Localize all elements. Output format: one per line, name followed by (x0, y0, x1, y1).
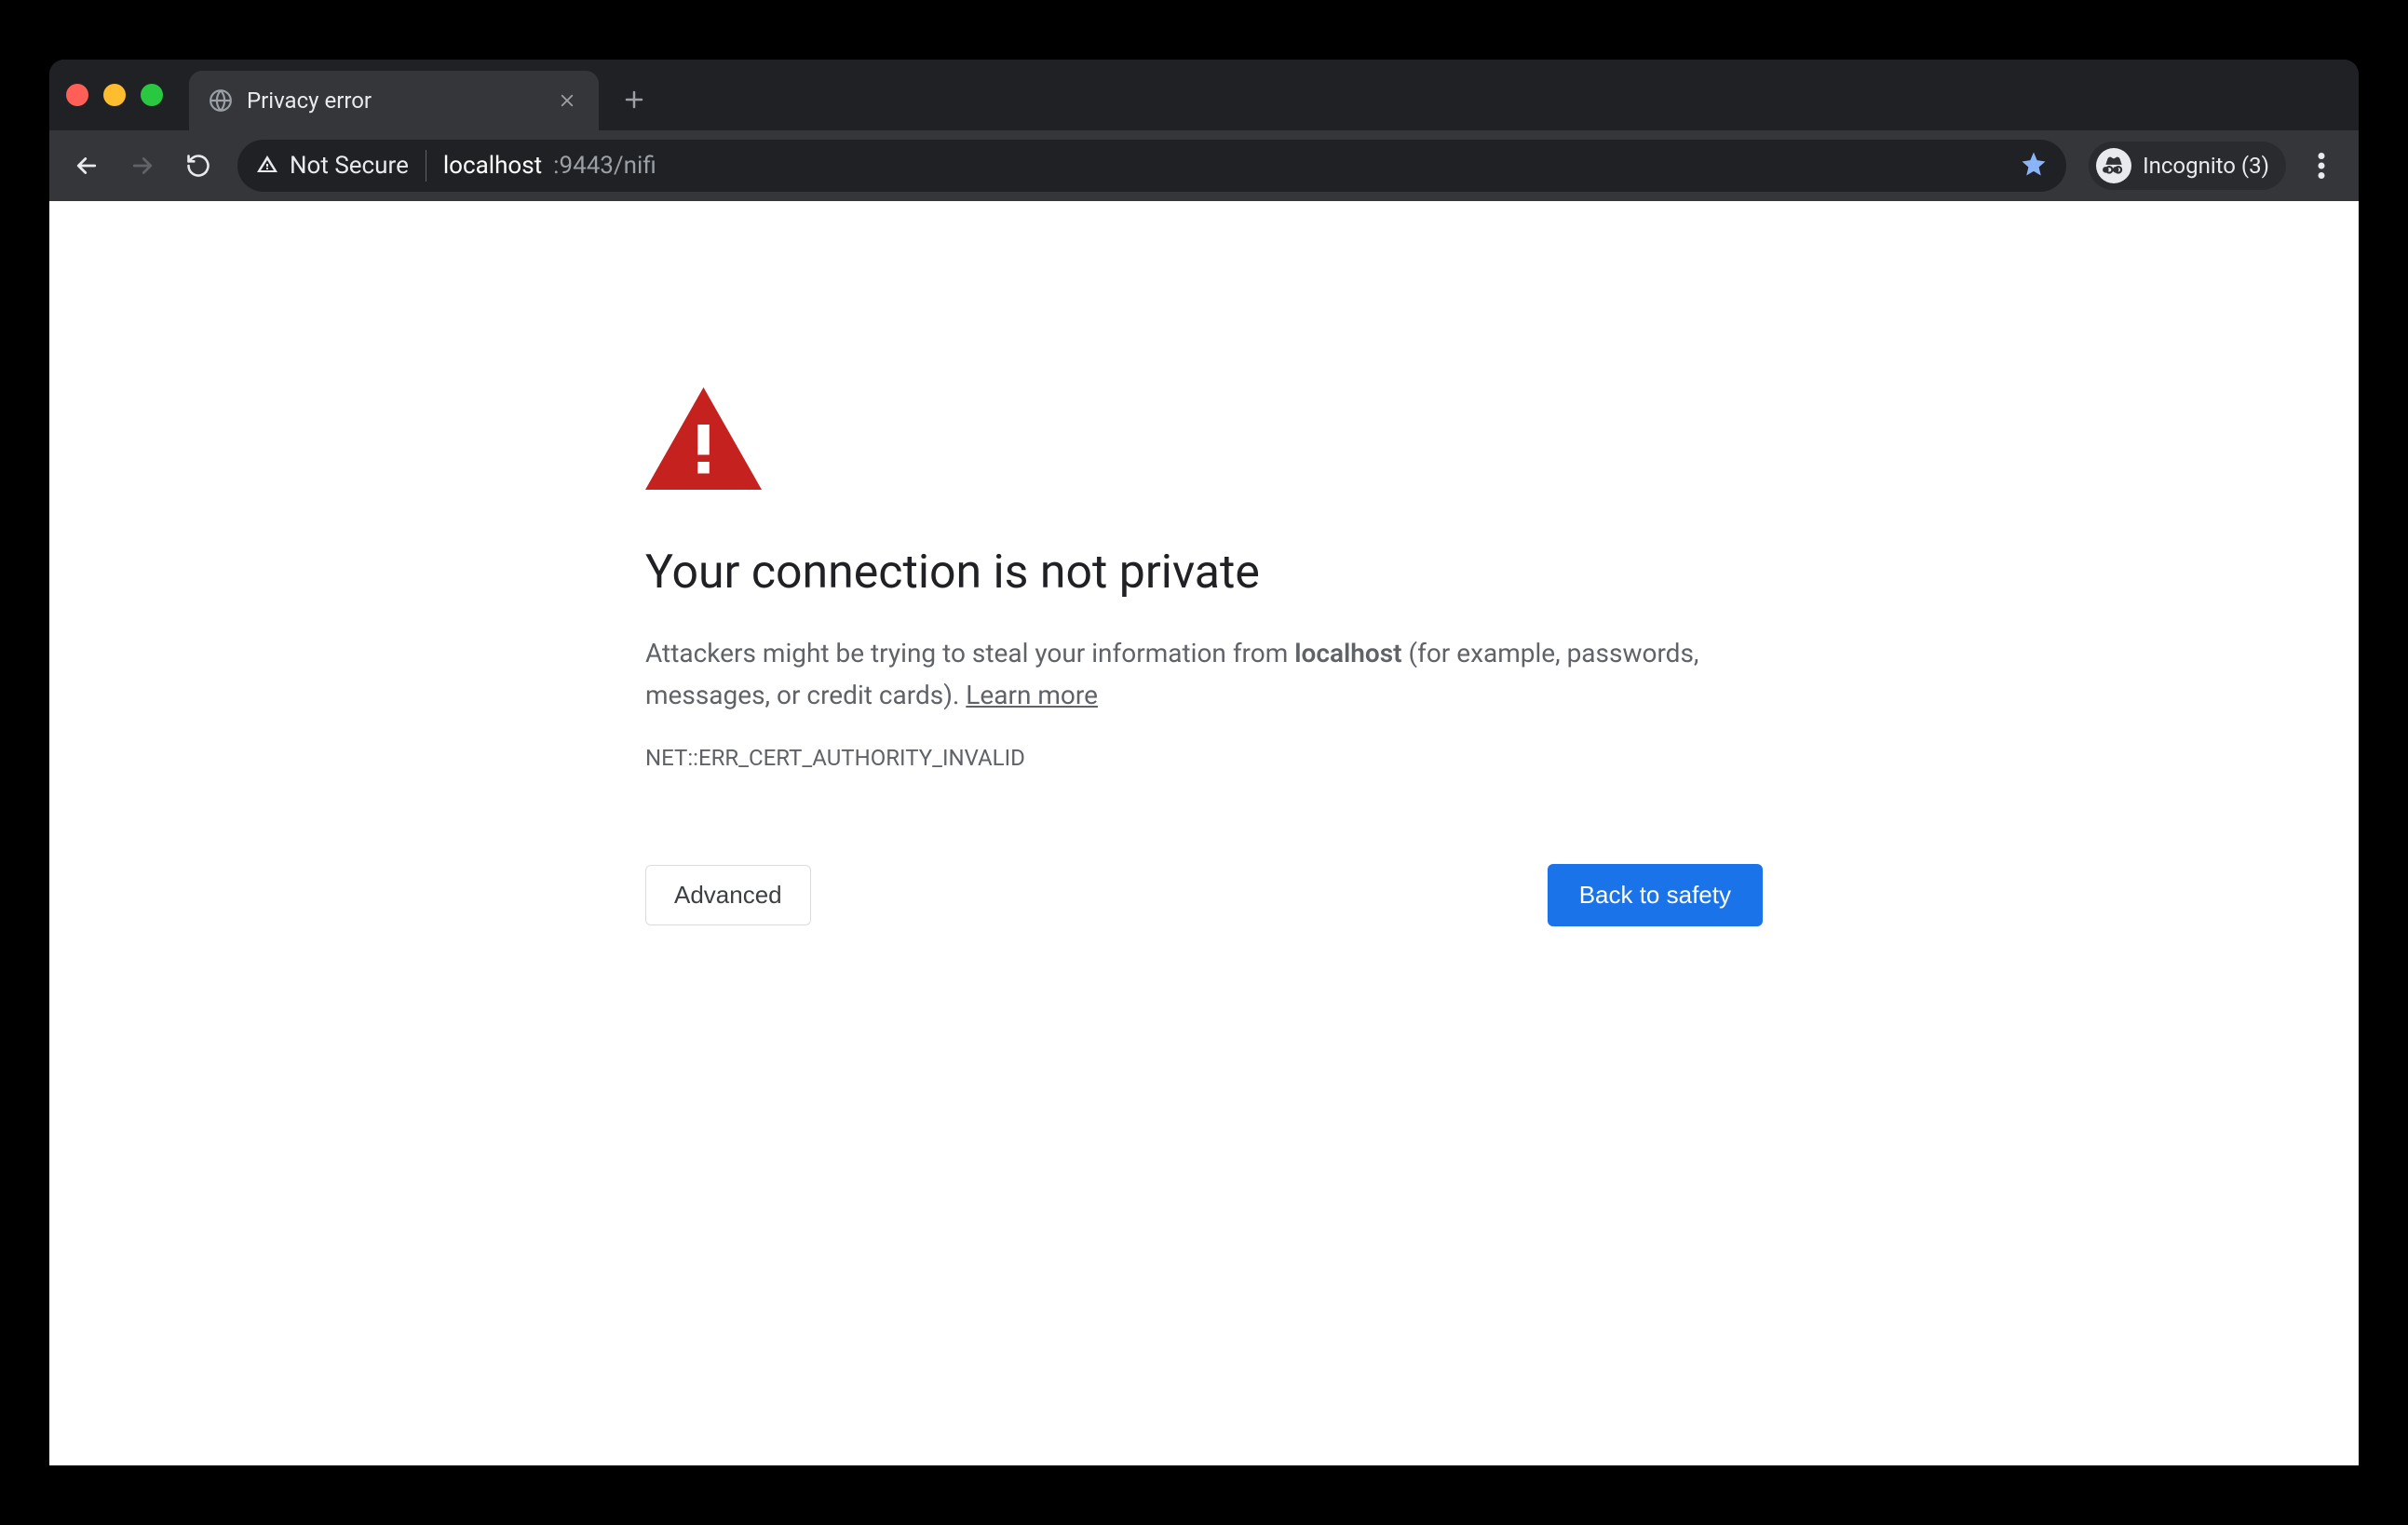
browser-menu-button[interactable] (2297, 142, 2346, 190)
window-minimize-button[interactable] (103, 84, 126, 106)
url-path: :9443/nifi (553, 152, 656, 180)
browser-tab[interactable]: Privacy error (189, 71, 599, 130)
back-to-safety-button[interactable]: Back to safety (1548, 864, 1763, 926)
browser-toolbar: Not Secure localhost:9443/nifi Incognito (49, 130, 2359, 201)
incognito-label: Incognito (3) (2143, 153, 2269, 179)
page-content: Your connection is not private Attackers… (49, 201, 2359, 1465)
tab-strip: Privacy error (49, 60, 2359, 130)
error-code: NET::ERR_CERT_AUTHORITY_INVALID (645, 745, 1763, 771)
browser-window: Privacy error (49, 60, 2359, 1465)
incognito-indicator[interactable]: Incognito (3) (2089, 142, 2286, 190)
button-row: Advanced Back to safety (645, 864, 1763, 926)
back-to-safety-label: Back to safety (1579, 881, 1731, 909)
globe-icon (208, 88, 234, 114)
reload-button[interactable] (174, 142, 223, 190)
error-headline: Your connection is not private (645, 546, 1763, 600)
incognito-icon (2096, 148, 2131, 183)
url-host: localhost (443, 152, 542, 180)
advanced-button-label: Advanced (674, 881, 782, 909)
bookmark-star-icon[interactable] (2020, 150, 2048, 182)
warning-triangle-icon (256, 153, 278, 179)
address-bar[interactable]: Not Secure localhost :9443/nifi (237, 140, 2066, 192)
ssl-error-interstitial: Your connection is not private Attackers… (645, 387, 1763, 1465)
tab-title: Privacy error (247, 88, 541, 114)
error-body-text: Attackers might be trying to steal your … (645, 633, 1763, 717)
close-tab-button[interactable] (554, 88, 580, 114)
forward-button[interactable] (118, 142, 167, 190)
new-tab-button[interactable] (616, 81, 653, 118)
back-button[interactable] (62, 142, 111, 190)
error-host: localhost (1294, 638, 1401, 668)
learn-more-link[interactable]: Learn more (966, 680, 1098, 710)
danger-triangle-icon (645, 387, 1763, 493)
window-controls (66, 84, 189, 106)
error-body-pre: Attackers might be trying to steal your … (645, 638, 1294, 668)
security-status-label: Not Secure (290, 152, 409, 180)
window-close-button[interactable] (66, 84, 88, 106)
advanced-button[interactable]: Advanced (645, 865, 811, 925)
window-zoom-button[interactable] (141, 84, 163, 106)
